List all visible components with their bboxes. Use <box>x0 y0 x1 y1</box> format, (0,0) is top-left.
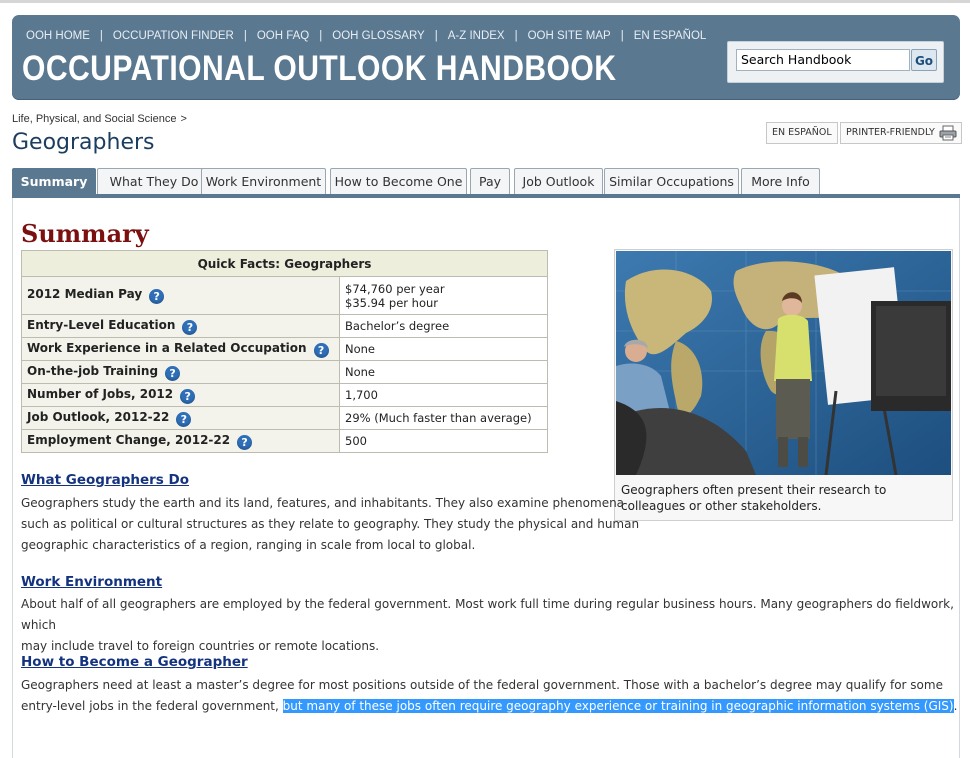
fact-label-cell: Number of Jobs, 2012? <box>21 383 340 407</box>
work-environment-text: About half of all geographers are employ… <box>21 594 970 657</box>
nav-a-z-index[interactable]: A-Z INDEX <box>448 30 505 42</box>
text-line: Geographers need at least a master’s deg… <box>21 678 943 692</box>
summary-heading: Summary <box>21 219 149 248</box>
nav-occupation-finder[interactable]: OCCUPATION FINDER <box>113 30 234 42</box>
nav-ooh-glossary[interactable]: OOH GLOSSARY <box>332 30 424 42</box>
breadcrumb: Life, Physical, and Social Science > <box>12 113 187 125</box>
fact-value-cell: $74,760 per year $35.94 per hour <box>339 276 548 315</box>
top-strip <box>0 0 970 3</box>
printer-friendly-label: PRINTER-FRIENDLY <box>846 127 935 138</box>
help-icon[interactable]: ? <box>180 388 196 404</box>
help-icon[interactable]: ? <box>176 411 192 427</box>
en-espanol-button[interactable]: EN ESPAÑOL <box>766 122 838 144</box>
text-plain: . <box>953 699 958 713</box>
what-they-do-text: Geographers study the earth and its land… <box>21 493 639 556</box>
tab-what-they-do[interactable]: What They Do <box>97 168 211 194</box>
fact-value: None <box>339 360 548 384</box>
text-line: About half of all geographers are employ… <box>21 597 954 632</box>
page-title: Geographers <box>12 130 155 155</box>
tab-similar-occupations[interactable]: Similar Occupations <box>604 168 739 194</box>
geographers-photo <box>616 251 951 475</box>
search-input[interactable] <box>736 49 910 71</box>
fact-label-cell: Employment Change, 2012-22? <box>21 429 340 453</box>
printer-icon <box>939 125 957 141</box>
fact-value: 29% (Much faster than average) <box>339 406 548 430</box>
how-to-become-link[interactable]: How to Become a Geographer <box>21 654 248 670</box>
en-espanol-label: EN ESPAÑOL <box>772 127 832 138</box>
fact-label: Employment Change, 2012-22 <box>27 432 231 447</box>
fact-value-secondary: $35.94 per hour <box>345 295 438 310</box>
search-go-button[interactable]: Go <box>911 49 937 71</box>
fact-value: None <box>339 337 548 361</box>
tab-summary[interactable]: Summary <box>12 168 96 194</box>
table-row: Job Outlook, 2012-22? 29% (Much faster t… <box>21 406 548 430</box>
nav-en-espanol[interactable]: EN ESPAÑOL <box>634 30 707 42</box>
site-title[interactable]: OCCUPATIONAL OUTLOOK HANDBOOK <box>22 49 616 89</box>
fact-label-cell: 2012 Median Pay? <box>21 276 340 315</box>
photo-illustration <box>616 251 951 475</box>
nav-separator: | <box>434 30 438 42</box>
help-icon[interactable]: ? <box>165 365 181 381</box>
help-icon[interactable]: ? <box>182 319 198 335</box>
tab-job-outlook[interactable]: Job Outlook <box>514 168 603 194</box>
fact-value: 1,700 <box>339 383 548 407</box>
help-icon[interactable]: ? <box>237 434 253 450</box>
fact-label: On-the-job Training <box>27 363 159 378</box>
tab-more-info[interactable]: More Info <box>741 168 820 194</box>
tab-work-environment[interactable]: Work Environment <box>201 168 326 194</box>
fact-value: 500 <box>339 429 548 453</box>
nav-separator: | <box>514 30 518 42</box>
fact-label: Entry-Level Education <box>27 317 176 332</box>
fact-label: Number of Jobs, 2012 <box>27 386 174 401</box>
table-row: Number of Jobs, 2012? 1,700 <box>21 383 548 407</box>
text-line: geographic characteristics of a region, … <box>21 538 476 552</box>
fact-label-cell: On-the-job Training? <box>21 360 340 384</box>
search-form: Go <box>727 41 944 83</box>
text-line: Geographers study the earth and its land… <box>21 496 625 510</box>
figure-caption: Geographers often present their research… <box>621 483 887 513</box>
fact-label: Work Experience in a Related Occupation <box>27 340 307 355</box>
nav-ooh-faq[interactable]: OOH FAQ <box>257 30 309 42</box>
text-line: such as political or cultural structures… <box>21 517 640 531</box>
header-nav: OOH HOME | OCCUPATION FINDER | OOH FAQ | OOH G… <box>26 30 706 42</box>
figure: Geographers often present their research… <box>614 249 953 521</box>
table-row: Work Experience in a Related Occupation?… <box>21 337 548 361</box>
fact-label: 2012 Median Pay <box>27 287 143 301</box>
nav-ooh-home[interactable]: OOH HOME <box>26 30 90 42</box>
breadcrumb-link[interactable]: Life, Physical, and Social Science <box>12 113 176 125</box>
site-header: OOH HOME | OCCUPATION FINDER | OOH FAQ | OOH G… <box>12 15 960 100</box>
fact-label: Job Outlook, 2012-22 <box>27 409 170 424</box>
fact-value: Bachelor’s degree <box>339 314 548 338</box>
tab-bar: Summary What They Do Work Environment Ho… <box>12 168 960 195</box>
help-icon[interactable]: ? <box>313 342 329 358</box>
selected-text[interactable]: but many of these jobs often require geo… <box>282 699 954 713</box>
nav-separator: | <box>99 30 103 42</box>
work-environment-link[interactable]: Work Environment <box>21 574 162 590</box>
table-row: Entry-Level Education? Bachelor’s degree <box>21 314 548 338</box>
tab-pay[interactable]: Pay <box>470 168 510 194</box>
table-row: 2012 Median Pay? $74,760 per year $35.94 … <box>21 276 548 315</box>
nav-separator: | <box>620 30 624 42</box>
help-icon[interactable]: ? <box>149 289 165 304</box>
quick-facts-table: Quick Facts: Geographers 2012 Median Pay… <box>21 250 548 453</box>
quick-facts-title: Quick Facts: Geographers <box>21 250 548 277</box>
fact-label-cell: Work Experience in a Related Occupation? <box>21 337 340 361</box>
how-to-become-text: Geographers need at least a master’s deg… <box>21 675 957 717</box>
table-row: Employment Change, 2012-22? 500 <box>21 429 548 453</box>
fact-label-cell: Job Outlook, 2012-22? <box>21 406 340 430</box>
nav-separator: | <box>243 30 247 42</box>
text-line: entry-level jobs in the federal governme… <box>21 696 957 717</box>
fact-label-cell: Entry-Level Education? <box>21 314 340 338</box>
nav-ooh-site-map[interactable]: OOH SITE MAP <box>528 30 611 42</box>
tab-how-to-become-one[interactable]: How to Become One <box>330 168 467 194</box>
text-plain: entry-level jobs in the federal governme… <box>21 699 283 713</box>
what-they-do-link[interactable]: What Geographers Do <box>21 472 189 488</box>
fact-value: $74,760 per year <box>345 281 445 296</box>
nav-separator: | <box>319 30 323 42</box>
breadcrumb-separator: > <box>180 113 187 125</box>
printer-friendly-button[interactable]: PRINTER-FRIENDLY <box>840 122 962 144</box>
table-row: On-the-job Training? None <box>21 360 548 384</box>
